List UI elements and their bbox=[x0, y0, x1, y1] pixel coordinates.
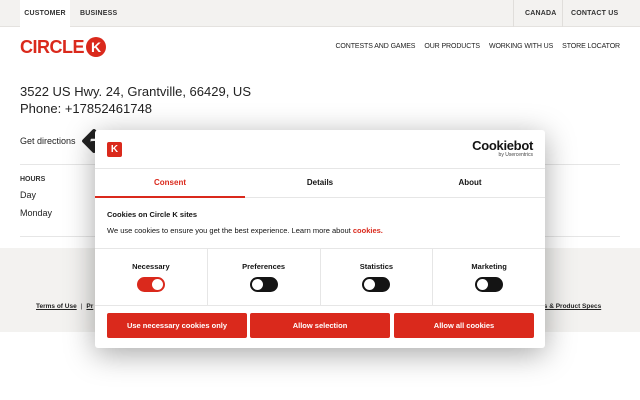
cookie-category-switches: Necessary Preferences Statistics Marketi… bbox=[95, 248, 545, 306]
toggle-knob bbox=[364, 279, 376, 290]
allow-all-cookies-button[interactable]: Allow all cookies bbox=[394, 313, 534, 338]
product-specs-link[interactable]: ets & Product Specs bbox=[538, 303, 601, 310]
necessary-toggle[interactable] bbox=[136, 277, 165, 292]
cookiebot-brand: Cookiebot bbox=[472, 138, 533, 153]
footer-link-truncated[interactable]: Pr bbox=[86, 303, 93, 310]
get-directions-link[interactable]: Get directions ➦ bbox=[20, 128, 107, 154]
switch-label: Statistics bbox=[359, 262, 394, 271]
hours-monday-label: Monday bbox=[20, 208, 53, 218]
switch-statistics: Statistics bbox=[321, 249, 434, 305]
tab-customer[interactable]: CUSTOMER bbox=[20, 0, 70, 28]
cookiebot-logo[interactable]: Cookiebot by Usercentrics bbox=[472, 139, 533, 158]
nav-store-locator[interactable]: STORE LOCATOR bbox=[562, 43, 620, 50]
preferences-toggle[interactable] bbox=[249, 277, 278, 292]
switch-preferences: Preferences bbox=[208, 249, 321, 305]
logo-k-icon: K bbox=[86, 37, 106, 57]
nav-our-products[interactable]: OUR PRODUCTS bbox=[424, 43, 480, 50]
contact-us-link[interactable]: CONTACT US bbox=[571, 0, 618, 27]
cookie-dialog-text: We use cookies to ensure you get the bes… bbox=[107, 226, 383, 235]
allow-selection-button[interactable]: Allow selection bbox=[250, 313, 390, 338]
tab-consent[interactable]: Consent bbox=[95, 169, 245, 198]
cookie-dialog-body: We use cookies to ensure you get the bes… bbox=[107, 226, 351, 235]
tab-about[interactable]: About bbox=[395, 169, 545, 197]
statistics-toggle[interactable] bbox=[362, 277, 391, 292]
circle-k-small-logo: K bbox=[107, 142, 122, 157]
main-navigation: CONTESTS AND GAMES OUR PRODUCTS WORKING … bbox=[335, 43, 620, 50]
switch-label: Preferences bbox=[242, 262, 286, 271]
toggle-knob bbox=[251, 279, 263, 290]
footer-separator: | bbox=[80, 303, 83, 310]
tab-business[interactable]: BUSINESS bbox=[80, 0, 117, 27]
cookie-dialog-header: K Cookiebot by Usercentrics bbox=[95, 130, 545, 168]
hours-heading: HOURS bbox=[20, 176, 46, 183]
terms-of-use-link[interactable]: Terms of Use bbox=[36, 303, 77, 310]
switch-necessary: Necessary bbox=[95, 249, 208, 305]
footer-links: Terms of Use | Pr bbox=[36, 303, 93, 310]
switch-marketing: Marketing bbox=[433, 249, 545, 305]
cookie-dialog-title: Cookies on Circle K sites bbox=[107, 210, 198, 219]
circle-k-logo[interactable]: CIRCLE K bbox=[20, 36, 106, 58]
store-address: 3522 US Hwy. 24, Grantville, 66429, US bbox=[20, 84, 251, 99]
get-directions-label: Get directions bbox=[20, 136, 76, 146]
nav-working-with-us[interactable]: WORKING WITH US bbox=[489, 43, 553, 50]
cookie-consent-dialog: K Cookiebot by Usercentrics Consent Deta… bbox=[95, 130, 545, 348]
toggle-knob bbox=[151, 279, 163, 290]
hours-day-label: Day bbox=[20, 190, 37, 200]
use-necessary-cookies-button[interactable]: Use necessary cookies only bbox=[107, 313, 247, 338]
marketing-toggle[interactable] bbox=[475, 277, 504, 292]
cookie-dialog-tabs: Consent Details About bbox=[95, 168, 545, 198]
toggle-knob bbox=[477, 279, 489, 290]
tab-details[interactable]: Details bbox=[245, 169, 395, 197]
cookies-link[interactable]: cookies. bbox=[353, 226, 383, 235]
country-link-canada[interactable]: CANADA bbox=[525, 0, 557, 27]
logo-text: CIRCLE bbox=[20, 36, 85, 57]
switch-label: Necessary bbox=[132, 262, 170, 271]
top-utility-bar: CUSTOMER BUSINESS CANADA CONTACT US bbox=[0, 0, 640, 28]
store-phone: Phone: +17852461748 bbox=[20, 101, 152, 116]
topbar-divider bbox=[513, 0, 514, 27]
switch-label: Marketing bbox=[471, 262, 507, 271]
topbar-divider bbox=[562, 0, 563, 27]
nav-contests-and-games[interactable]: CONTESTS AND GAMES bbox=[335, 43, 415, 50]
